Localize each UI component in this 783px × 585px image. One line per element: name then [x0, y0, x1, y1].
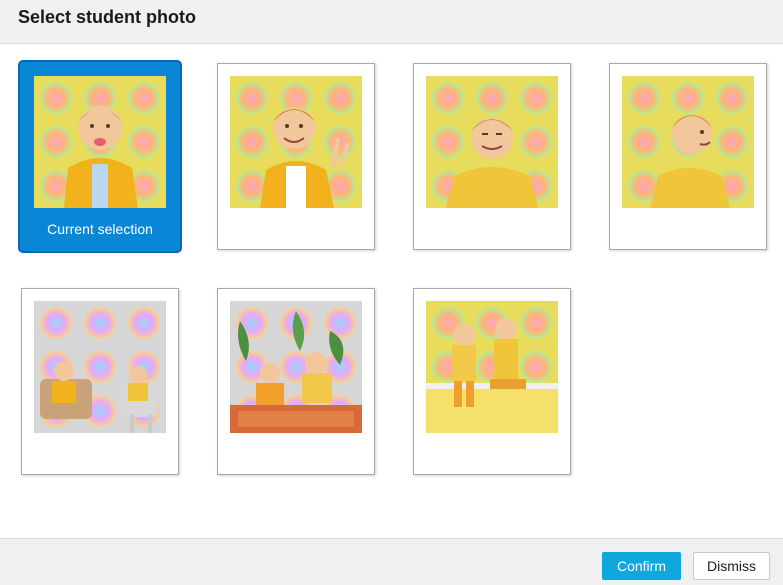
confirm-button[interactable]: Confirm: [602, 552, 681, 580]
current-selection-label: Current selection: [47, 221, 153, 237]
photo-thumbnail-3: [426, 76, 558, 208]
photo-thumbnail-4: [622, 76, 754, 208]
photo-card-3[interactable]: [413, 63, 571, 250]
child-photo-image: [34, 76, 166, 208]
dialog-header: Select student photo: [0, 0, 783, 44]
dialog-footer: Confirm Dismiss: [0, 538, 783, 585]
photo-thumbnail-2: [230, 76, 362, 208]
photo-card-1[interactable]: Current selection: [18, 60, 182, 253]
photo-card-5[interactable]: [21, 288, 179, 475]
children-photo-image: [230, 301, 362, 433]
children-photo-image: [34, 301, 166, 433]
photo-card-2[interactable]: [217, 63, 375, 250]
photo-thumbnail-1: [34, 76, 166, 208]
photo-thumbnail-6: [230, 301, 362, 433]
children-photo-image: [426, 301, 558, 433]
dismiss-button[interactable]: Dismiss: [693, 552, 770, 580]
photo-card-7[interactable]: [413, 288, 571, 475]
photo-card-6[interactable]: [217, 288, 375, 475]
child-photo-image: [230, 76, 362, 208]
photo-thumbnail-5: [34, 301, 166, 433]
photo-grid: Current selection: [0, 44, 783, 538]
photo-card-4[interactable]: [609, 63, 767, 250]
photo-thumbnail-7: [426, 301, 558, 433]
dialog-title: Select student photo: [18, 7, 197, 27]
child-photo-image: [622, 76, 754, 208]
child-photo-image: [426, 76, 558, 208]
